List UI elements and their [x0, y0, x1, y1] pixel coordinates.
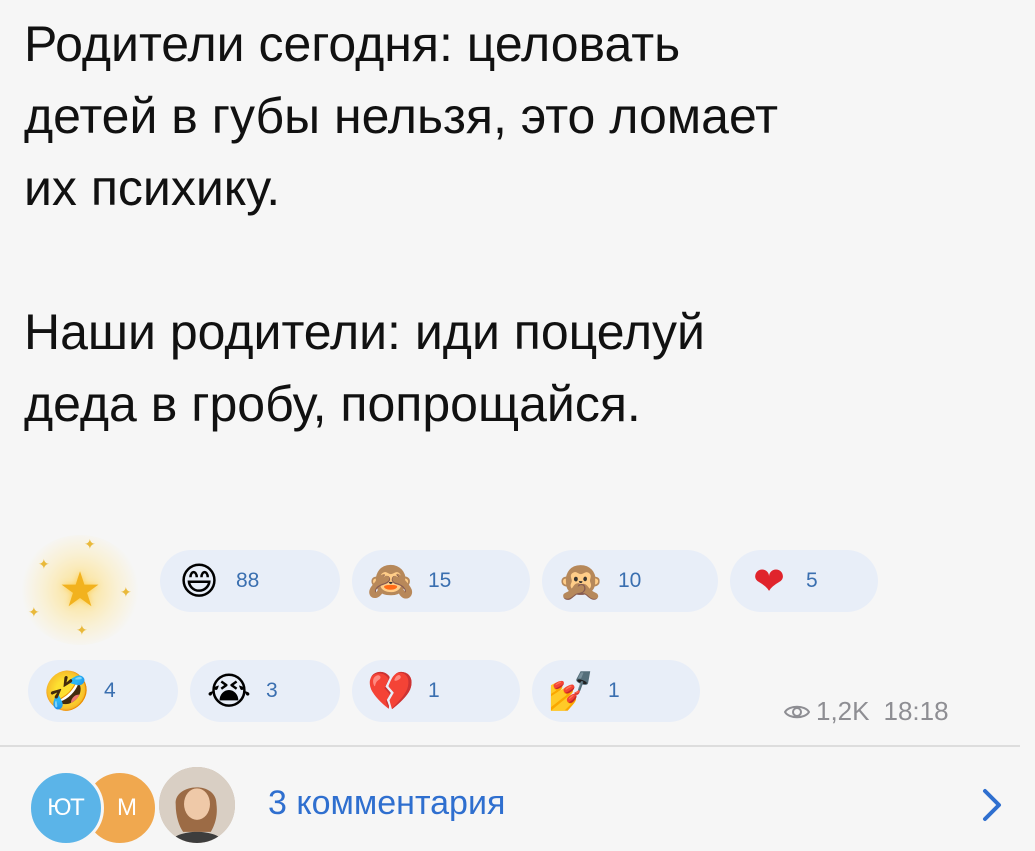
chevron-right-icon: [983, 789, 1001, 821]
reaction-grinning[interactable]: 😄 88: [160, 550, 340, 612]
reaction-count: 1: [428, 679, 440, 702]
reaction-count: 1: [608, 679, 620, 702]
see-no-evil-monkey-icon: 🙈: [367, 559, 415, 603]
reaction-heart[interactable]: ❤ 5: [730, 550, 878, 612]
divider: [0, 745, 1020, 747]
reaction-speak-no-evil[interactable]: 🙊 10: [542, 550, 718, 612]
avatar-photo: [156, 764, 238, 846]
eye-icon: [784, 705, 810, 718]
reaction-see-no-evil[interactable]: 🙈 15: [352, 550, 530, 612]
post-meta: 1,2K 18:18: [784, 696, 949, 727]
reaction-nail-polish[interactable]: 💅 1: [532, 660, 700, 722]
comments-label: 3 комментария: [268, 784, 506, 822]
view-count: 1,2K: [816, 696, 870, 726]
loudly-crying-icon: 😭: [206, 669, 252, 713]
grinning-face-icon: 😄: [179, 559, 219, 603]
reaction-crying[interactable]: 😭 3: [190, 660, 340, 722]
sparkle-icon: ✦: [28, 605, 40, 621]
reaction-broken-heart[interactable]: 💔 1: [352, 660, 520, 722]
post-paragraph-1: Родители сегодня: целовать детей в губы …: [24, 16, 779, 216]
reaction-count: 88: [236, 569, 260, 592]
sparkle-icon: ✦: [84, 537, 96, 553]
post-text: Родители сегодня: целовать детей в губы …: [24, 8, 1014, 440]
reaction-count: 10: [618, 569, 642, 592]
speak-no-evil-monkey-icon: 🙊: [557, 559, 605, 603]
reaction-rofl[interactable]: 🤣 4: [28, 660, 178, 722]
sparkle-icon: ✦: [120, 585, 132, 601]
nail-polish-icon: 💅: [547, 669, 595, 713]
sparkle-icon: ✦: [76, 623, 88, 639]
avatar: ЮТ: [28, 770, 104, 846]
paid-star-reaction[interactable]: ✦ ✦ ✦ ✦ ✦ ★: [20, 535, 140, 645]
reaction-count: 5: [806, 569, 818, 592]
heart-icon: ❤: [753, 559, 785, 603]
avatar-initials: М: [117, 794, 137, 821]
post-paragraph-2: Наши родители: иди поцелуй деда в гробу,…: [24, 304, 705, 432]
reaction-count: 4: [104, 679, 116, 702]
reaction-count: 15: [428, 569, 452, 592]
comments-button[interactable]: ЮТ М 3 комментария: [0, 750, 1035, 851]
sparkle-icon: ✦: [38, 557, 50, 573]
person-photo-icon: [159, 767, 235, 843]
star-icon: ★: [58, 562, 102, 618]
rolling-laughing-icon: 🤣: [43, 669, 91, 713]
reaction-count: 3: [266, 679, 278, 702]
avatar-initials: ЮТ: [47, 794, 85, 821]
broken-heart-icon: 💔: [367, 669, 415, 713]
post-time: 18:18: [883, 696, 949, 726]
